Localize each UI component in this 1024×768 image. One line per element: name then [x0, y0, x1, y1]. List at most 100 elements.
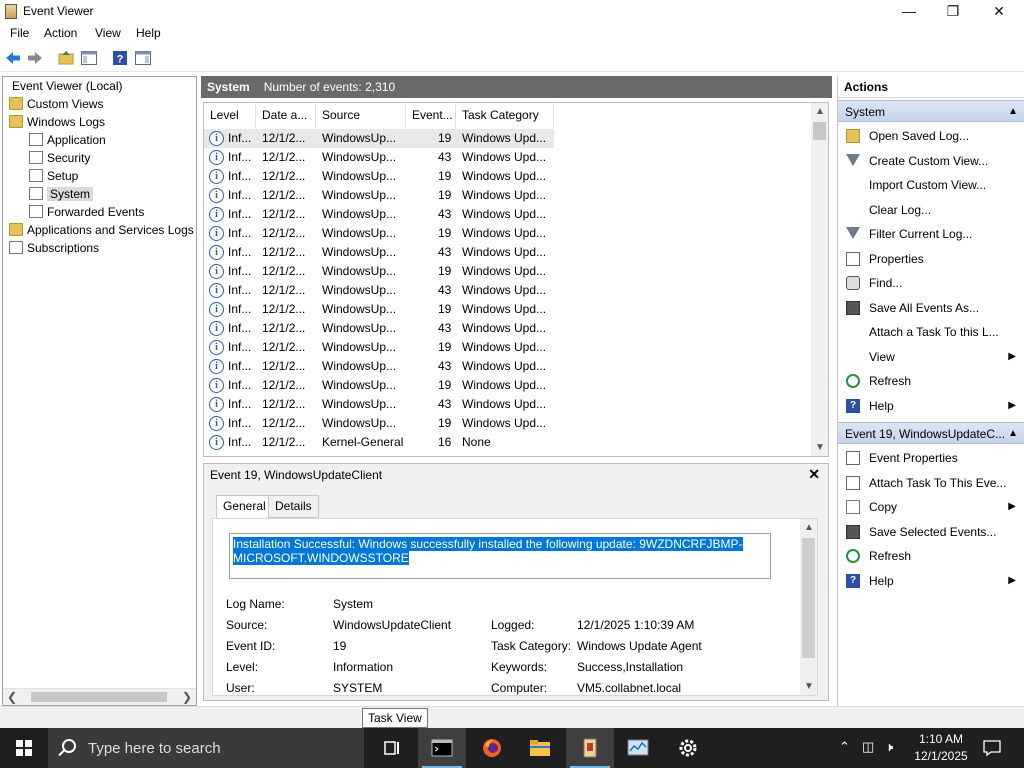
action-item[interactable]: Event Properties [838, 446, 1024, 470]
show-hide-action-pane-icon[interactable] [134, 49, 152, 67]
actions-section-event[interactable]: Event 19, WindowsUpdateC... ▲ [838, 422, 1024, 444]
action-item[interactable]: Properties [838, 247, 1024, 271]
start-button[interactable] [0, 728, 48, 768]
notifications-icon[interactable] [982, 738, 1002, 758]
tree-item-windows-logs[interactable]: Windows Logs [9, 113, 105, 131]
table-row[interactable]: i Inf... 12/1/2... WindowsUp... 19 Windows Up… [204, 376, 554, 395]
scrollbar-thumb[interactable] [31, 692, 167, 702]
scrollbar-thumb[interactable] [813, 122, 826, 140]
menu-action[interactable]: Action [44, 26, 77, 40]
task-view-button[interactable] [368, 728, 416, 768]
action-item[interactable]: Filter Current Log... [838, 222, 1024, 246]
table-row[interactable]: i Inf... 12/1/2... WindowsUp... 19 Windows Up… [204, 129, 554, 148]
tree-item-custom-views[interactable]: Custom Views [9, 95, 103, 113]
collapse-icon[interactable]: ▲ [1008, 423, 1018, 443]
event-description-box[interactable]: Installation Successful: Windows success… [229, 533, 771, 579]
action-item[interactable]: Attach a Task To this L... [838, 320, 1024, 344]
table-row[interactable]: i Inf... 12/1/2... WindowsUp... 19 Windows Up… [204, 224, 554, 243]
column-header-event-id[interactable]: Event... [406, 103, 456, 127]
table-row[interactable]: i Inf... 12/1/2... WindowsUp... 19 Windows Up… [204, 338, 554, 357]
column-header-task-category[interactable]: Task Category [456, 103, 554, 127]
action-item[interactable]: Save All Events As... [838, 296, 1024, 320]
network-icon[interactable]: ◫ [862, 739, 874, 755]
up-folder-icon[interactable] [57, 49, 75, 67]
tree-item-system[interactable]: System [29, 185, 94, 203]
table-row[interactable]: i Inf... 12/1/2... WindowsUp... 43 Windows Up… [204, 395, 554, 414]
table-row[interactable]: i Inf... 12/1/2... WindowsUp... 43 Windows Up… [204, 319, 554, 338]
actions-section-system[interactable]: System ▲ [838, 100, 1024, 122]
back-arrow-icon[interactable] [4, 49, 22, 67]
table-row[interactable]: i Inf... 12/1/2... WindowsUp... 19 Windows Up… [204, 186, 554, 205]
forward-arrow-icon[interactable] [26, 49, 44, 67]
action-item[interactable]: Refresh [838, 544, 1024, 568]
collapse-icon[interactable]: ▲ [1008, 101, 1018, 121]
close-detail-icon[interactable]: ✕ [808, 466, 820, 483]
tree-item-setup[interactable]: Setup [29, 167, 78, 185]
events-vertical-scrollbar[interactable]: ▲ ▼ [811, 103, 828, 456]
taskbar-app-performance-monitor[interactable] [614, 728, 662, 768]
tab-general[interactable]: General [216, 495, 273, 519]
column-header-source[interactable]: Source [316, 103, 406, 127]
close-button[interactable]: ✕ [976, 0, 1022, 24]
minimize-button[interactable]: — [886, 0, 932, 24]
action-item[interactable]: Clear Log... [838, 198, 1024, 222]
detail-vertical-scrollbar[interactable]: ▲ ▼ [800, 519, 817, 695]
table-row[interactable]: i Inf... 12/1/2... WindowsUp... 43 Windows Up… [204, 148, 554, 167]
action-item[interactable]: Create Custom View... [838, 149, 1024, 173]
table-row[interactable]: i Inf... 12/1/2... WindowsUp... 19 Windows Up… [204, 262, 554, 281]
table-row[interactable]: i Inf... 12/1/2... Kernel-General 16 None [204, 433, 554, 452]
menu-help[interactable]: Help [136, 26, 161, 40]
tree-item-applications-and-services-logs[interactable]: Applications and Services Logs [9, 221, 194, 239]
show-hidden-icons-icon[interactable]: ⌃ [839, 739, 850, 755]
action-item[interactable]: Find... [838, 271, 1024, 295]
maximize-button[interactable]: ❐ [930, 0, 976, 24]
action-item[interactable]: ? Help ▶ [838, 394, 1024, 418]
taskbar-app-terminal[interactable] [418, 728, 466, 768]
level-cell: Inf... [228, 416, 252, 430]
taskbar-app-firefox[interactable] [468, 728, 516, 768]
scroll-down-icon[interactable]: ▼ [815, 442, 825, 453]
column-header-level[interactable]: Level [204, 103, 256, 127]
scrollbar-thumb[interactable] [802, 538, 815, 658]
system-clock[interactable]: 1:10 AM 12/1/2025 [912, 731, 970, 765]
taskbar-app-settings[interactable] [664, 728, 712, 768]
table-row[interactable]: i Inf... 12/1/2... WindowsUp... 19 Windows Up… [204, 300, 554, 319]
table-row[interactable]: i Inf... 12/1/2... WindowsUp... 19 Windows Up… [204, 167, 554, 186]
action-item[interactable]: Import Custom View... [838, 173, 1024, 197]
event-id-cell: 43 [438, 245, 452, 259]
tree-item-forwarded-events[interactable]: Forwarded Events [29, 203, 144, 221]
menu-view[interactable]: View [95, 26, 121, 40]
action-item[interactable]: View ▶ [838, 345, 1024, 369]
scroll-left-icon[interactable]: ❮ [7, 690, 17, 704]
scroll-right-icon[interactable]: ❯ [182, 690, 192, 704]
tree-horizontal-scrollbar[interactable]: ❮ ❯ [3, 688, 196, 705]
volume-muted-icon[interactable]: 🕨 [885, 739, 893, 755]
tree-item-security[interactable]: Security [29, 149, 90, 167]
tree-item-application[interactable]: Application [29, 131, 106, 149]
scroll-up-icon[interactable]: ▲ [815, 106, 825, 117]
scroll-down-icon[interactable]: ▼ [804, 681, 814, 692]
taskbar-app-event-viewer[interactable] [566, 728, 614, 768]
help-icon[interactable]: ? [111, 49, 129, 67]
menu-file[interactable]: File [10, 26, 29, 40]
action-item[interactable]: Copy ▶ [838, 495, 1024, 519]
show-hide-tree-icon[interactable] [80, 49, 98, 67]
tree-root-event-viewer[interactable]: Event Viewer (Local) [7, 77, 123, 95]
table-row[interactable]: i Inf... 12/1/2... WindowsUp... 43 Windows Up… [204, 243, 554, 262]
table-row[interactable]: i Inf... 12/1/2... WindowsUp... 43 Windows Up… [204, 205, 554, 224]
tab-details[interactable]: Details [268, 495, 319, 518]
table-row[interactable]: i Inf... 12/1/2... WindowsUp... 19 Windows Up… [204, 414, 554, 433]
column-header-date[interactable]: Date a... [256, 103, 316, 127]
action-item[interactable]: Save Selected Events... [838, 520, 1024, 544]
table-row[interactable]: i Inf... 12/1/2... WindowsUp... 43 Windows Up… [204, 281, 554, 300]
table-row[interactable]: i Inf... 12/1/2... WindowsUp... 43 Windows Up… [204, 357, 554, 376]
action-item[interactable]: Attach Task To This Eve... [838, 471, 1024, 495]
action-item[interactable]: Open Saved Log... [838, 124, 1024, 148]
scroll-up-icon[interactable]: ▲ [804, 522, 814, 533]
taskbar-app-file-explorer[interactable] [516, 728, 564, 768]
tree-item-subscriptions[interactable]: Subscriptions [9, 239, 99, 257]
action-item[interactable]: Refresh [838, 369, 1024, 393]
action-item[interactable]: ? Help ▶ [838, 569, 1024, 593]
source-cell: WindowsUp... [322, 150, 397, 164]
taskbar-search-box[interactable]: Type here to search [48, 728, 364, 768]
